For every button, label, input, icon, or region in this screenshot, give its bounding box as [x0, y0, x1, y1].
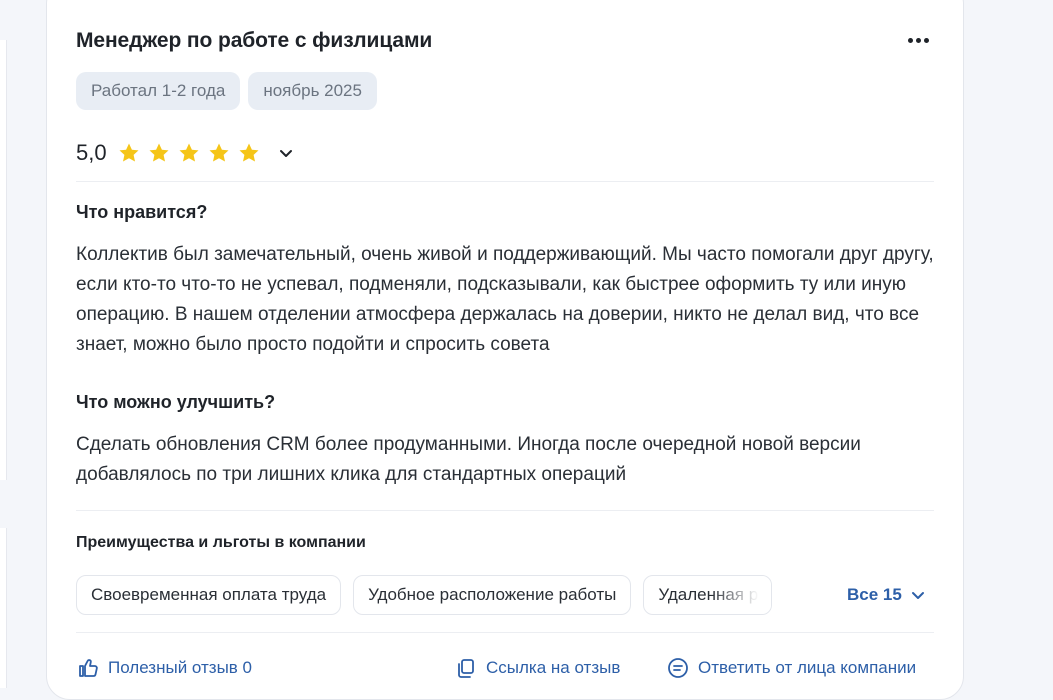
more-options-icon[interactable]	[902, 28, 934, 52]
likes-heading: Что нравится?	[76, 202, 208, 222]
helpful-review-label: Полезный отзыв 0	[108, 658, 253, 677]
reply-as-company-label: Ответить от лица компании	[698, 658, 917, 677]
likes-text: Коллектив был замечательный, очень живой…	[76, 244, 934, 355]
divider	[76, 510, 934, 511]
chevron-down-icon[interactable]	[277, 144, 295, 162]
star-icon	[119, 143, 139, 162]
star-icon	[149, 143, 169, 162]
tag-work-duration: Работал 1-2 года	[76, 72, 241, 110]
benefit-tag: Удобное расположение работы	[353, 575, 632, 615]
star-icon	[209, 143, 229, 162]
helpful-review-button[interactable]: Полезный отзыв 0	[76, 656, 252, 680]
link-icon	[458, 659, 474, 678]
reply-as-company-button[interactable]: Ответить от лица компании	[666, 656, 916, 680]
rating-value: 5,0	[76, 140, 107, 165]
copy-link-button[interactable]: Ссылка на отзыв	[454, 656, 620, 680]
benefit-tag: Удаленная работа	[643, 575, 773, 615]
show-all-benefits-button[interactable]: Все 15	[847, 585, 926, 605]
divider	[76, 181, 934, 182]
tag-review-date: ноябрь 2025	[248, 72, 377, 110]
chevron-down-icon	[911, 592, 924, 599]
star-icon	[179, 143, 199, 162]
benefits-heading: Преимущества и льготы в компании	[76, 534, 366, 551]
review-actions: Полезный отзыв 0 Ссылка на отзыв Ответит…	[76, 656, 936, 686]
show-all-label: Все 15	[847, 585, 902, 604]
adjacent-card-left-edge-lower	[0, 528, 7, 688]
divider	[76, 632, 934, 633]
rating-stars	[117, 141, 261, 165]
improve-text: Сделать обновления CRM более продуманным…	[76, 434, 861, 485]
rating-row: 5,0	[76, 140, 295, 166]
star-icon	[239, 143, 259, 162]
improve-heading: Что можно улучшить?	[76, 392, 276, 412]
comment-icon	[668, 658, 688, 678]
review-tags: Работал 1-2 года ноябрь 2025	[76, 72, 377, 110]
benefits-list: Своевременная оплата труда Удобное распо…	[76, 575, 773, 615]
benefit-tag: Своевременная оплата труда	[76, 575, 342, 615]
thumbs-up-icon	[79, 659, 98, 677]
copy-link-label: Ссылка на отзыв	[486, 658, 621, 677]
adjacent-card-left-edge	[0, 40, 7, 480]
review-title: Менеджер по работе с физлицами	[76, 29, 433, 52]
